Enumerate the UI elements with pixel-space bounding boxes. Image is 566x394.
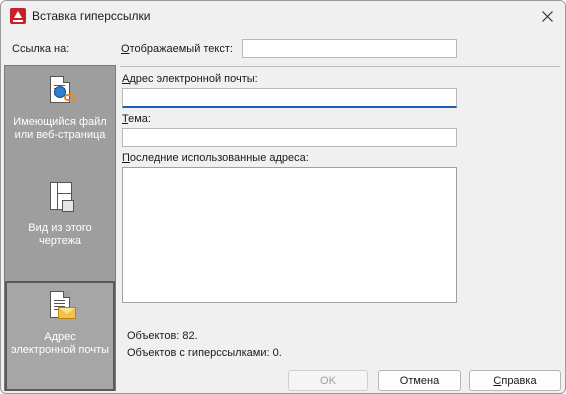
recent-addresses-list[interactable] bbox=[122, 167, 457, 303]
file-web-icon bbox=[44, 74, 76, 110]
title-bar: Вставка гиперссылки bbox=[1, 1, 565, 32]
sidebar-item-label: чертежа bbox=[38, 235, 82, 247]
window-title: Вставка гиперссылки bbox=[32, 9, 151, 23]
ok-button[interactable]: OK bbox=[288, 370, 368, 391]
sidebar-item-label: электронной почты bbox=[10, 344, 110, 356]
insert-hyperlink-dialog: Вставка гиперссылки Ссылка на: Имеющийся… bbox=[0, 0, 566, 394]
close-icon bbox=[541, 10, 553, 22]
subject-input[interactable] bbox=[122, 128, 457, 147]
sidebar-item-label: или веб-страница bbox=[14, 129, 106, 141]
sidebar-item-label: Имеющийся файл bbox=[13, 116, 107, 128]
display-text-label: Отображаемый текст: bbox=[121, 43, 233, 55]
sidebar-item-existing-file[interactable]: Имеющийся файл или веб-страница bbox=[5, 74, 115, 154]
sidebar-item-label: Вид из этого bbox=[28, 222, 92, 234]
sidebar-item-email-address[interactable]: Адрес электронной почты bbox=[5, 281, 115, 391]
objects-with-links-count: Объектов с гиперссылками: 0. bbox=[127, 347, 282, 359]
separator bbox=[120, 66, 560, 67]
close-button[interactable] bbox=[535, 5, 559, 27]
sidebar-item-label: Адрес bbox=[44, 331, 76, 343]
email-address-icon bbox=[44, 289, 76, 325]
display-text-input[interactable] bbox=[242, 39, 457, 58]
help-button[interactable]: Справка bbox=[469, 370, 561, 391]
sidebar-item-drawing-view[interactable]: Вид из этого чертежа bbox=[5, 180, 115, 260]
link-to-label: Ссылка на: bbox=[12, 43, 70, 55]
email-address-input[interactable] bbox=[122, 88, 457, 108]
objects-count: Объектов: 82. bbox=[127, 330, 198, 342]
email-address-label: Адрес электронной почты: bbox=[122, 73, 258, 85]
link-type-sidebar: Имеющийся файл или веб-страница Вид из э… bbox=[4, 65, 116, 391]
recent-addresses-label: Последние использованные адреса: bbox=[122, 152, 309, 164]
subject-label: Тема: bbox=[122, 113, 151, 125]
autocad-app-icon bbox=[10, 8, 26, 24]
drawing-view-icon bbox=[44, 180, 76, 216]
cancel-button[interactable]: Отмена bbox=[378, 370, 461, 391]
